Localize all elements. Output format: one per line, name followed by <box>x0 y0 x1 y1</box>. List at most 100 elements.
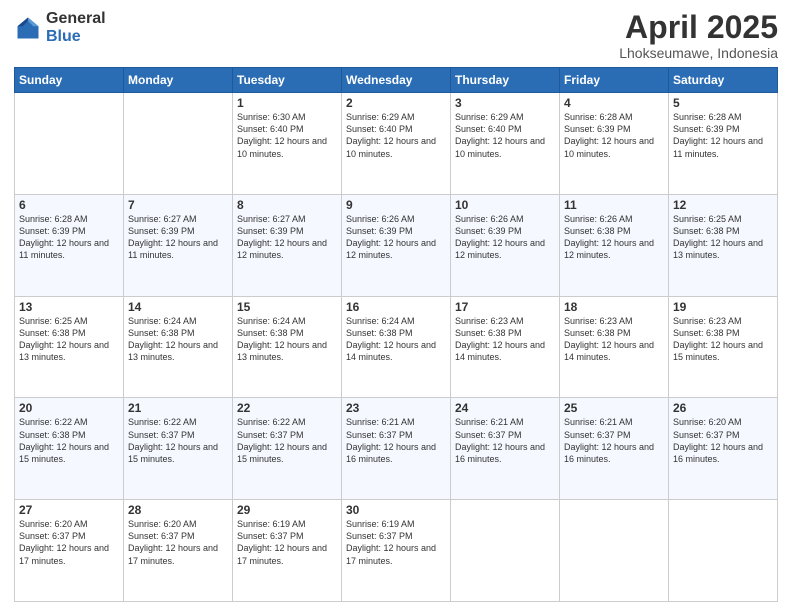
calendar-cell: 18Sunrise: 6:23 AM Sunset: 6:38 PM Dayli… <box>560 296 669 398</box>
calendar-cell: 9Sunrise: 6:26 AM Sunset: 6:39 PM Daylig… <box>342 194 451 296</box>
calendar-cell: 22Sunrise: 6:22 AM Sunset: 6:37 PM Dayli… <box>233 398 342 500</box>
calendar-cell: 21Sunrise: 6:22 AM Sunset: 6:37 PM Dayli… <box>124 398 233 500</box>
day-number: 21 <box>128 401 228 415</box>
calendar-cell: 28Sunrise: 6:20 AM Sunset: 6:37 PM Dayli… <box>124 500 233 602</box>
day-number: 27 <box>19 503 119 517</box>
day-info: Sunrise: 6:22 AM Sunset: 6:37 PM Dayligh… <box>237 416 337 465</box>
day-number: 7 <box>128 198 228 212</box>
calendar-cell: 5Sunrise: 6:28 AM Sunset: 6:39 PM Daylig… <box>669 93 778 195</box>
day-number: 25 <box>564 401 664 415</box>
logo-blue-text: Blue <box>46 28 106 46</box>
day-number: 2 <box>346 96 446 110</box>
calendar-cell <box>124 93 233 195</box>
calendar-cell: 1Sunrise: 6:30 AM Sunset: 6:40 PM Daylig… <box>233 93 342 195</box>
day-number: 26 <box>673 401 773 415</box>
day-info: Sunrise: 6:22 AM Sunset: 6:37 PM Dayligh… <box>128 416 228 465</box>
day-info: Sunrise: 6:25 AM Sunset: 6:38 PM Dayligh… <box>673 213 773 262</box>
calendar-cell: 10Sunrise: 6:26 AM Sunset: 6:39 PM Dayli… <box>451 194 560 296</box>
day-number: 12 <box>673 198 773 212</box>
day-number: 18 <box>564 300 664 314</box>
calendar-cell: 15Sunrise: 6:24 AM Sunset: 6:38 PM Dayli… <box>233 296 342 398</box>
calendar-cell: 8Sunrise: 6:27 AM Sunset: 6:39 PM Daylig… <box>233 194 342 296</box>
day-number: 10 <box>455 198 555 212</box>
calendar-cell: 11Sunrise: 6:26 AM Sunset: 6:38 PM Dayli… <box>560 194 669 296</box>
logo: General Blue <box>14 10 106 45</box>
calendar-cell: 26Sunrise: 6:20 AM Sunset: 6:37 PM Dayli… <box>669 398 778 500</box>
calendar-header-wednesday: Wednesday <box>342 68 451 93</box>
calendar-week-3: 13Sunrise: 6:25 AM Sunset: 6:38 PM Dayli… <box>15 296 778 398</box>
calendar-week-1: 1Sunrise: 6:30 AM Sunset: 6:40 PM Daylig… <box>15 93 778 195</box>
calendar-table: SundayMondayTuesdayWednesdayThursdayFrid… <box>14 67 778 602</box>
page: General Blue April 2025 Lhokseumawe, Ind… <box>0 0 792 612</box>
day-info: Sunrise: 6:23 AM Sunset: 6:38 PM Dayligh… <box>673 315 773 364</box>
day-number: 11 <box>564 198 664 212</box>
calendar-cell <box>451 500 560 602</box>
day-number: 9 <box>346 198 446 212</box>
day-number: 8 <box>237 198 337 212</box>
calendar-cell: 12Sunrise: 6:25 AM Sunset: 6:38 PM Dayli… <box>669 194 778 296</box>
calendar-cell: 30Sunrise: 6:19 AM Sunset: 6:37 PM Dayli… <box>342 500 451 602</box>
day-info: Sunrise: 6:20 AM Sunset: 6:37 PM Dayligh… <box>19 518 119 567</box>
day-number: 19 <box>673 300 773 314</box>
day-info: Sunrise: 6:27 AM Sunset: 6:39 PM Dayligh… <box>128 213 228 262</box>
calendar-cell: 25Sunrise: 6:21 AM Sunset: 6:37 PM Dayli… <box>560 398 669 500</box>
day-info: Sunrise: 6:24 AM Sunset: 6:38 PM Dayligh… <box>346 315 446 364</box>
calendar-cell: 29Sunrise: 6:19 AM Sunset: 6:37 PM Dayli… <box>233 500 342 602</box>
calendar-week-5: 27Sunrise: 6:20 AM Sunset: 6:37 PM Dayli… <box>15 500 778 602</box>
calendar-cell: 3Sunrise: 6:29 AM Sunset: 6:40 PM Daylig… <box>451 93 560 195</box>
day-info: Sunrise: 6:26 AM Sunset: 6:39 PM Dayligh… <box>455 213 555 262</box>
calendar-cell: 24Sunrise: 6:21 AM Sunset: 6:37 PM Dayli… <box>451 398 560 500</box>
day-number: 17 <box>455 300 555 314</box>
day-number: 14 <box>128 300 228 314</box>
day-number: 15 <box>237 300 337 314</box>
day-info: Sunrise: 6:28 AM Sunset: 6:39 PM Dayligh… <box>564 111 664 160</box>
day-number: 16 <box>346 300 446 314</box>
calendar-week-2: 6Sunrise: 6:28 AM Sunset: 6:39 PM Daylig… <box>15 194 778 296</box>
day-info: Sunrise: 6:23 AM Sunset: 6:38 PM Dayligh… <box>564 315 664 364</box>
title-month: April 2025 <box>619 10 778 45</box>
day-info: Sunrise: 6:23 AM Sunset: 6:38 PM Dayligh… <box>455 315 555 364</box>
title-block: April 2025 Lhokseumawe, Indonesia <box>619 10 778 61</box>
day-number: 23 <box>346 401 446 415</box>
day-info: Sunrise: 6:27 AM Sunset: 6:39 PM Dayligh… <box>237 213 337 262</box>
calendar-cell: 4Sunrise: 6:28 AM Sunset: 6:39 PM Daylig… <box>560 93 669 195</box>
header: General Blue April 2025 Lhokseumawe, Ind… <box>14 10 778 61</box>
day-info: Sunrise: 6:21 AM Sunset: 6:37 PM Dayligh… <box>455 416 555 465</box>
calendar-cell: 2Sunrise: 6:29 AM Sunset: 6:40 PM Daylig… <box>342 93 451 195</box>
calendar-cell: 16Sunrise: 6:24 AM Sunset: 6:38 PM Dayli… <box>342 296 451 398</box>
calendar-week-4: 20Sunrise: 6:22 AM Sunset: 6:38 PM Dayli… <box>15 398 778 500</box>
day-number: 29 <box>237 503 337 517</box>
calendar-header-friday: Friday <box>560 68 669 93</box>
day-info: Sunrise: 6:22 AM Sunset: 6:38 PM Dayligh… <box>19 416 119 465</box>
day-number: 1 <box>237 96 337 110</box>
title-location: Lhokseumawe, Indonesia <box>619 45 778 61</box>
calendar-cell: 17Sunrise: 6:23 AM Sunset: 6:38 PM Dayli… <box>451 296 560 398</box>
calendar-header-row: SundayMondayTuesdayWednesdayThursdayFrid… <box>15 68 778 93</box>
day-info: Sunrise: 6:25 AM Sunset: 6:38 PM Dayligh… <box>19 315 119 364</box>
day-info: Sunrise: 6:19 AM Sunset: 6:37 PM Dayligh… <box>237 518 337 567</box>
day-info: Sunrise: 6:20 AM Sunset: 6:37 PM Dayligh… <box>673 416 773 465</box>
day-info: Sunrise: 6:21 AM Sunset: 6:37 PM Dayligh… <box>346 416 446 465</box>
calendar-header-monday: Monday <box>124 68 233 93</box>
day-info: Sunrise: 6:26 AM Sunset: 6:38 PM Dayligh… <box>564 213 664 262</box>
logo-general-text: General <box>46 10 106 28</box>
logo-text: General Blue <box>46 10 106 45</box>
day-info: Sunrise: 6:24 AM Sunset: 6:38 PM Dayligh… <box>237 315 337 364</box>
day-number: 13 <box>19 300 119 314</box>
day-number: 4 <box>564 96 664 110</box>
calendar-cell: 6Sunrise: 6:28 AM Sunset: 6:39 PM Daylig… <box>15 194 124 296</box>
day-number: 24 <box>455 401 555 415</box>
calendar-header-thursday: Thursday <box>451 68 560 93</box>
day-number: 30 <box>346 503 446 517</box>
day-info: Sunrise: 6:19 AM Sunset: 6:37 PM Dayligh… <box>346 518 446 567</box>
calendar-header-sunday: Sunday <box>15 68 124 93</box>
day-info: Sunrise: 6:24 AM Sunset: 6:38 PM Dayligh… <box>128 315 228 364</box>
day-info: Sunrise: 6:28 AM Sunset: 6:39 PM Dayligh… <box>673 111 773 160</box>
day-number: 5 <box>673 96 773 110</box>
day-number: 22 <box>237 401 337 415</box>
calendar-cell <box>15 93 124 195</box>
day-number: 20 <box>19 401 119 415</box>
day-info: Sunrise: 6:29 AM Sunset: 6:40 PM Dayligh… <box>455 111 555 160</box>
calendar-cell: 19Sunrise: 6:23 AM Sunset: 6:38 PM Dayli… <box>669 296 778 398</box>
calendar-cell: 7Sunrise: 6:27 AM Sunset: 6:39 PM Daylig… <box>124 194 233 296</box>
